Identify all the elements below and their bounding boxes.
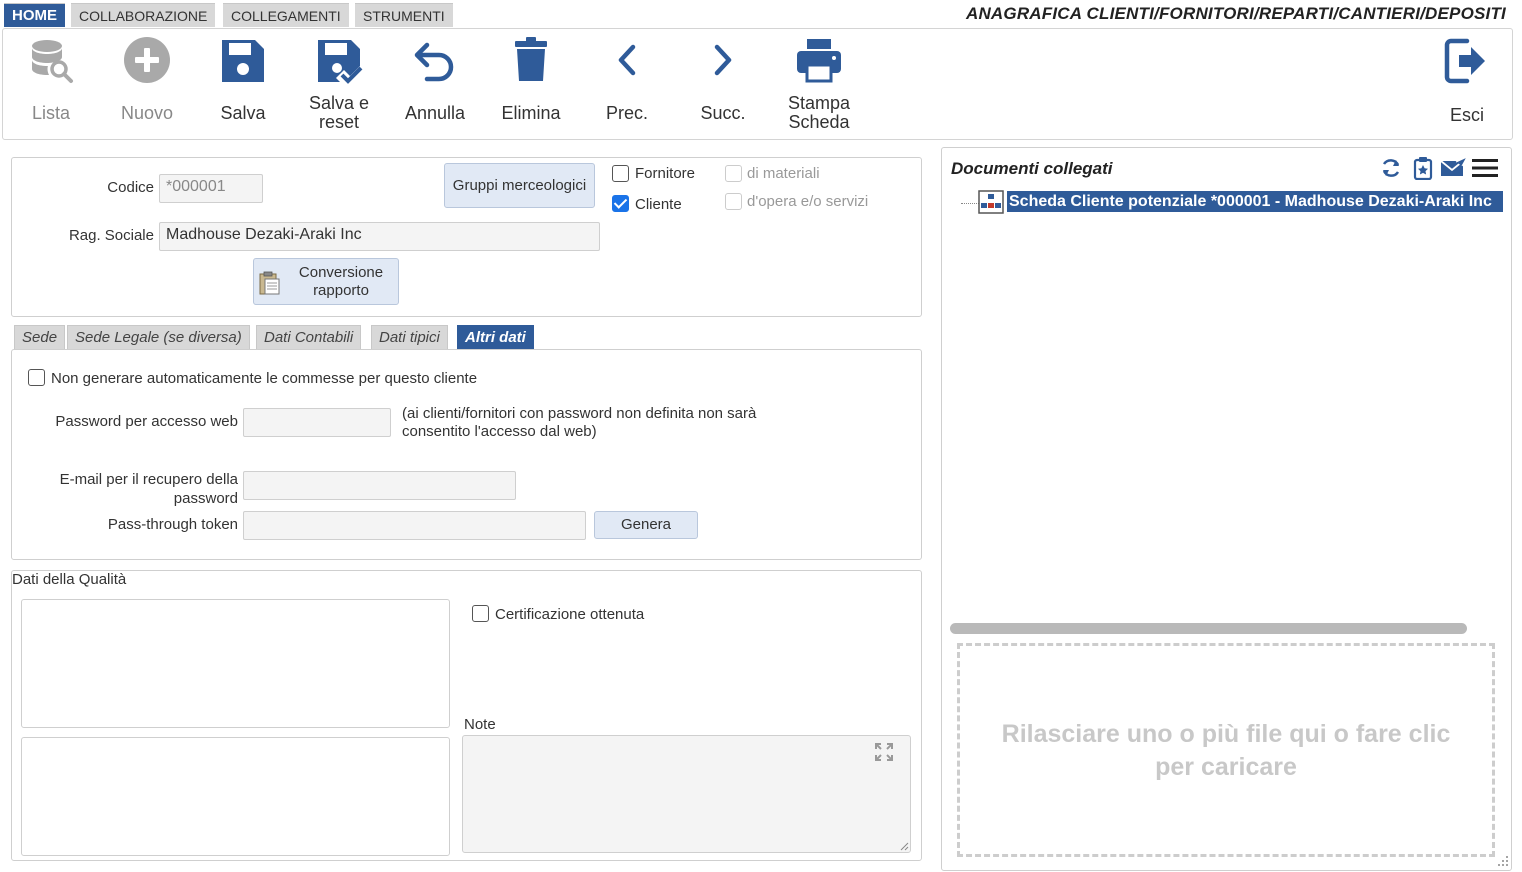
hamburger-menu-icon[interactable] — [1472, 158, 1498, 178]
printer-icon — [797, 39, 841, 83]
email-recupero-field[interactable] — [243, 471, 516, 500]
document-tree-icon — [978, 190, 1004, 214]
exit-icon — [1444, 38, 1485, 84]
esci-label: Esci — [1449, 105, 1484, 125]
documenti-title: Documenti collegati — [951, 159, 1113, 178]
genera-button[interactable]: Genera — [594, 511, 698, 539]
page-title: ANAGRAFICA CLIENTI/FORNITORI/REPARTI/CAN… — [965, 4, 1506, 23]
anagrafica-header-panel: Codice *000001 Rag. Sociale Madhouse Dez… — [11, 157, 922, 317]
trash-icon — [515, 37, 547, 81]
elimina-button[interactable]: Elimina — [483, 29, 579, 137]
rag-sociale-label: Rag. Sociale — [68, 227, 154, 244]
qualita-textarea-1[interactable] — [21, 599, 450, 728]
nuovo-label: Nuovo — [120, 103, 174, 123]
password-field[interactable] — [243, 408, 391, 437]
esci-button[interactable]: Esci — [1419, 29, 1515, 137]
tree-connector — [961, 203, 979, 204]
expand-icon[interactable] — [874, 742, 894, 762]
horizontal-scrollbar[interactable] — [950, 623, 1467, 634]
resize-handle-icon[interactable] — [899, 841, 909, 851]
codice-field[interactable]: *000001 — [159, 174, 263, 203]
cliente-checkbox[interactable] — [612, 195, 629, 212]
stampa-label-2: Scheda — [788, 112, 850, 132]
token-field[interactable] — [243, 511, 586, 540]
dropzone-text-2: per caricare — [1155, 753, 1297, 781]
tab-altri-dati[interactable]: Altri dati — [457, 325, 534, 349]
email-recupero-label-2: password — [173, 490, 238, 507]
certificazione-checkbox[interactable] — [472, 605, 489, 622]
nuovo-button[interactable]: Nuovo — [99, 29, 195, 137]
floppy-disk-icon — [222, 40, 264, 82]
annulla-label: Annulla — [404, 103, 466, 123]
password-note-2: consentito l'accesso dal web) — [402, 423, 597, 440]
conversione-label-1: Conversione — [298, 264, 384, 281]
tree-item-scheda-cliente[interactable]: Scheda Cliente potenziale *000001 - Madh… — [1007, 191, 1503, 212]
documenti-panel: Documenti collegati Scheda Cliente poten… — [941, 147, 1512, 871]
prec-label: Prec. — [605, 103, 648, 123]
stampa-label-1: Stampa — [787, 93, 851, 113]
lista-button[interactable]: Lista — [3, 29, 99, 137]
salva-label: Salva — [220, 103, 266, 123]
menu-tab-collegamenti[interactable]: COLLEGAMENTI — [223, 3, 349, 27]
qualita-textarea-2[interactable] — [21, 737, 450, 856]
qualita-title: Dati della Qualità — [12, 571, 127, 588]
tab-sede-legale[interactable]: Sede Legale (se diversa) — [67, 325, 250, 349]
token-label: Pass-through token — [107, 516, 238, 533]
tab-dati-tipici[interactable]: Dati tipici — [371, 325, 448, 349]
note-textarea[interactable] — [462, 735, 911, 853]
opera-servizi-checkbox[interactable] — [725, 193, 742, 210]
undo-icon — [414, 42, 454, 82]
annulla-button[interactable]: Annulla — [387, 29, 483, 137]
menu-tab-strumenti[interactable]: STRUMENTI — [355, 3, 453, 27]
salva-button[interactable]: Salva — [195, 29, 291, 137]
file-dropzone[interactable]: Rilasciare uno o più file qui o fare cli… — [957, 643, 1495, 857]
tab-sede[interactable]: Sede — [14, 325, 66, 349]
cliente-label: Cliente — [635, 196, 682, 213]
certificazione-label: Certificazione ottenuta — [495, 606, 645, 623]
stampa-button[interactable]: Stampa Scheda — [771, 29, 867, 137]
succ-label: Succ. — [700, 103, 746, 123]
conversione-rapporto-button[interactable]: Conversione rapporto — [253, 258, 399, 305]
note-label: Note — [464, 716, 496, 733]
menu-tab-home[interactable]: HOME — [4, 3, 65, 27]
succ-button[interactable]: Succ. — [675, 29, 771, 137]
password-note-1: (ai clienti/fornitori con password non d… — [402, 405, 757, 422]
gruppi-merceologici-button[interactable]: Gruppi merceologici — [444, 163, 595, 208]
plus-circle-icon — [124, 37, 170, 83]
codice-label: Codice — [107, 179, 154, 196]
no-commesse-label: Non generare automaticamente le commesse… — [51, 370, 478, 387]
salva-reset-label-1: Salva e — [308, 93, 370, 113]
fornitore-checkbox[interactable] — [612, 165, 629, 182]
dropzone-text-1: Rilasciare uno o più file qui o fare cli… — [1001, 720, 1451, 748]
di-materiali-checkbox[interactable] — [725, 165, 742, 182]
prec-button[interactable]: Prec. — [579, 29, 675, 137]
rag-sociale-field[interactable]: Madhouse Dezaki-Araki Inc — [159, 222, 600, 251]
conversione-label-2: rapporto — [313, 282, 369, 299]
database-search-icon — [32, 40, 73, 83]
elimina-label: Elimina — [501, 103, 561, 123]
tab-dati-contabili[interactable]: Dati Contabili — [256, 325, 362, 349]
menu-tab-collaborazione[interactable]: COLLABORAZIONE — [71, 3, 216, 27]
no-commesse-checkbox[interactable] — [28, 369, 45, 386]
salva-reset-label-2: reset — [318, 112, 360, 132]
email-recupero-label-1: E-mail per il recupero della — [59, 471, 238, 488]
altri-dati-panel: Non generare automaticamente le commesse… — [11, 349, 922, 560]
clipboard-icon — [259, 271, 280, 295]
clipboard-star-icon[interactable] — [1412, 156, 1434, 180]
chevron-right-icon — [714, 44, 732, 76]
resize-grip-icon[interactable] — [1497, 855, 1509, 867]
fornitore-label: Fornitore — [635, 165, 696, 182]
opera-servizi-label: d'opera e/o servizi — [747, 193, 869, 210]
toolbar: Lista Nuovo Salva Salva e reset Annulla … — [2, 28, 1513, 140]
lista-label: Lista — [31, 103, 71, 123]
save-check-icon — [318, 40, 363, 84]
qualita-panel: Dati della Qualità Certificazione ottenu… — [11, 570, 922, 861]
mail-send-icon[interactable] — [1440, 156, 1468, 178]
chevron-left-icon — [618, 44, 636, 76]
password-label: Password per accesso web — [55, 413, 238, 430]
refresh-icon[interactable] — [1380, 157, 1402, 179]
di-materiali-label: di materiali — [747, 165, 820, 182]
salva-reset-button[interactable]: Salva e reset — [291, 29, 387, 137]
